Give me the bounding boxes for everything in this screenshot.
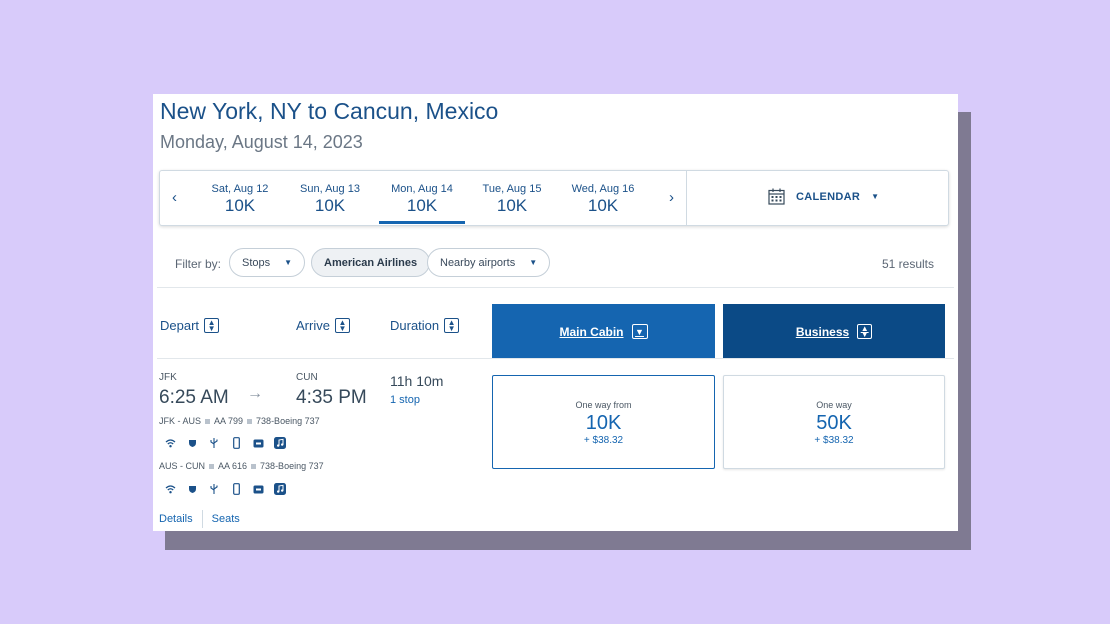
date-label: Tue, Aug 15 xyxy=(482,183,542,195)
segment-flight-number: AA 799 xyxy=(214,416,244,426)
date-option-sat-aug-12[interactable]: Sat, Aug 12 10K xyxy=(200,183,280,216)
wifi-icon xyxy=(164,437,176,449)
date-option-tue-aug-15[interactable]: Tue, Aug 15 10K xyxy=(472,183,552,216)
segment-flight-number: AA 616 xyxy=(218,461,248,471)
arrive-airport-code: CUN xyxy=(296,372,318,383)
sort-icon: ▲ ▼ xyxy=(204,318,220,333)
business-header[interactable]: Business ▲ ▼ xyxy=(723,304,945,359)
divider xyxy=(209,464,215,470)
sort-depart-button[interactable]: Depart ▲ ▼ xyxy=(160,318,220,333)
calendar-label: CALENDAR xyxy=(796,190,861,203)
chevron-down-icon: ▼ xyxy=(871,192,880,201)
arrow-right-icon: → xyxy=(247,385,263,402)
divider xyxy=(157,358,954,359)
fare-tax: + $38.32 xyxy=(583,435,624,446)
tv-icon xyxy=(252,483,264,495)
nearby-airports-dropdown[interactable]: Nearby airports ▼ xyxy=(427,248,551,277)
chevron-right-icon[interactable]: › xyxy=(669,189,674,206)
date-option-wed-aug-16[interactable]: Wed, Aug 16 10K xyxy=(563,183,643,216)
depart-airport-code: JFK xyxy=(159,372,177,383)
date-label: Mon, Aug 14 xyxy=(391,183,453,195)
segment-aircraft: 738-Boeing 737 xyxy=(260,461,324,471)
sort-arrive-label: Arrive xyxy=(296,318,330,333)
chevron-down-icon: ▼ xyxy=(631,324,648,339)
flight-results-card: New York, NY to Cancun, Mexico Monday, A… xyxy=(153,94,958,531)
page-subtitle-date: Monday, August 14, 2023 xyxy=(160,132,363,152)
fare-price: 10K xyxy=(585,412,622,434)
chevron-left-icon[interactable]: ‹ xyxy=(172,189,177,206)
fare-label: One way xyxy=(816,400,852,410)
flight-links: Details Seats xyxy=(159,510,240,528)
date-label: Wed, Aug 16 xyxy=(571,183,635,195)
sort-depart-label: Depart xyxy=(160,318,200,333)
fare-label: One way from xyxy=(575,400,632,410)
date-label: Sun, Aug 13 xyxy=(300,183,360,195)
divider xyxy=(686,171,687,225)
calendar-icon xyxy=(768,188,785,205)
main-cabin-header[interactable]: Main Cabin ▼ xyxy=(492,304,715,359)
business-fare-button[interactable]: One way 50K + $38.32 xyxy=(723,375,945,469)
flight-segment-1: JFK - AUS AA 799 738-Boeing 737 xyxy=(159,416,320,426)
date-option-sun-aug-13[interactable]: Sun, Aug 13 10K xyxy=(290,183,370,216)
segment-1-amenities xyxy=(164,437,286,449)
main-cabin-fare-button[interactable]: One way from 10K + $38.32 xyxy=(492,375,715,469)
music-icon xyxy=(274,483,286,495)
fare-price: 50K xyxy=(816,412,852,434)
stops-link[interactable]: 1 stop xyxy=(390,394,420,406)
phone-icon xyxy=(230,483,242,495)
date-price: 10K xyxy=(314,196,346,215)
segment-route: JFK - AUS xyxy=(159,416,202,426)
power-icon xyxy=(186,483,198,495)
sort-duration-label: Duration xyxy=(390,318,440,333)
usb-icon xyxy=(208,437,220,449)
usb-icon xyxy=(208,483,220,495)
business-label: Business xyxy=(795,324,850,339)
date-option-mon-aug-14[interactable]: Mon, Aug 14 10K xyxy=(379,183,465,224)
date-label: Sat, Aug 12 xyxy=(211,183,269,195)
calendar-button[interactable]: CALENDAR ▼ xyxy=(768,188,879,205)
stops-filter-dropdown[interactable]: Stops ▼ xyxy=(229,248,306,277)
divider xyxy=(201,510,203,528)
nearby-airports-label: Nearby airports xyxy=(440,256,516,269)
segment-route: AUS - CUN xyxy=(159,461,206,471)
date-price: 10K xyxy=(496,196,528,215)
flight-segment-2: AUS - CUN AA 616 738-Boeing 737 xyxy=(159,461,324,471)
wifi-icon xyxy=(164,483,176,495)
segment-2-amenities xyxy=(164,483,286,495)
chevron-down-icon: ▼ xyxy=(284,258,293,267)
airline-filter-label: American Airlines xyxy=(324,256,418,269)
airline-filter-chip[interactable]: American Airlines xyxy=(311,248,431,277)
segment-aircraft: 738-Boeing 737 xyxy=(256,416,320,426)
main-cabin-label: Main Cabin xyxy=(559,324,624,339)
sort-icon: ▲ ▼ xyxy=(857,324,873,339)
depart-time: 6:25 AM xyxy=(159,387,229,408)
filter-label: Filter by: xyxy=(175,257,222,271)
chevron-down-icon: ▼ xyxy=(529,258,538,267)
sort-duration-button[interactable]: Duration ▲ ▼ xyxy=(390,318,460,333)
divider xyxy=(205,419,211,425)
fare-tax: + $38.32 xyxy=(814,435,854,446)
details-link[interactable]: Details xyxy=(159,513,193,525)
sort-icon: ▲ ▼ xyxy=(444,318,460,333)
filter-bar: Filter by: Stops ▼ American Airlines Nea… xyxy=(157,234,954,288)
sort-arrive-button[interactable]: Arrive ▲ ▼ xyxy=(296,318,350,333)
results-count: 51 results xyxy=(881,257,934,271)
date-price: 10K xyxy=(587,196,619,215)
sort-icon: ▲ ▼ xyxy=(334,318,350,333)
tv-icon xyxy=(252,437,264,449)
date-price: 10K xyxy=(224,196,256,215)
divider xyxy=(247,419,253,425)
music-icon xyxy=(274,437,286,449)
phone-icon xyxy=(230,437,242,449)
date-navigation-bar: ‹ Sat, Aug 12 10K Sun, Aug 13 10K Mon, A… xyxy=(159,170,949,226)
date-price: 10K xyxy=(406,196,438,215)
stops-filter-label: Stops xyxy=(242,256,271,269)
flight-duration: 11h 10m xyxy=(390,373,444,389)
power-icon xyxy=(186,437,198,449)
divider xyxy=(251,464,257,470)
arrive-time: 4:35 PM xyxy=(296,387,367,408)
page-title: New York, NY to Cancun, Mexico xyxy=(160,98,499,124)
seats-link[interactable]: Seats xyxy=(212,513,240,525)
